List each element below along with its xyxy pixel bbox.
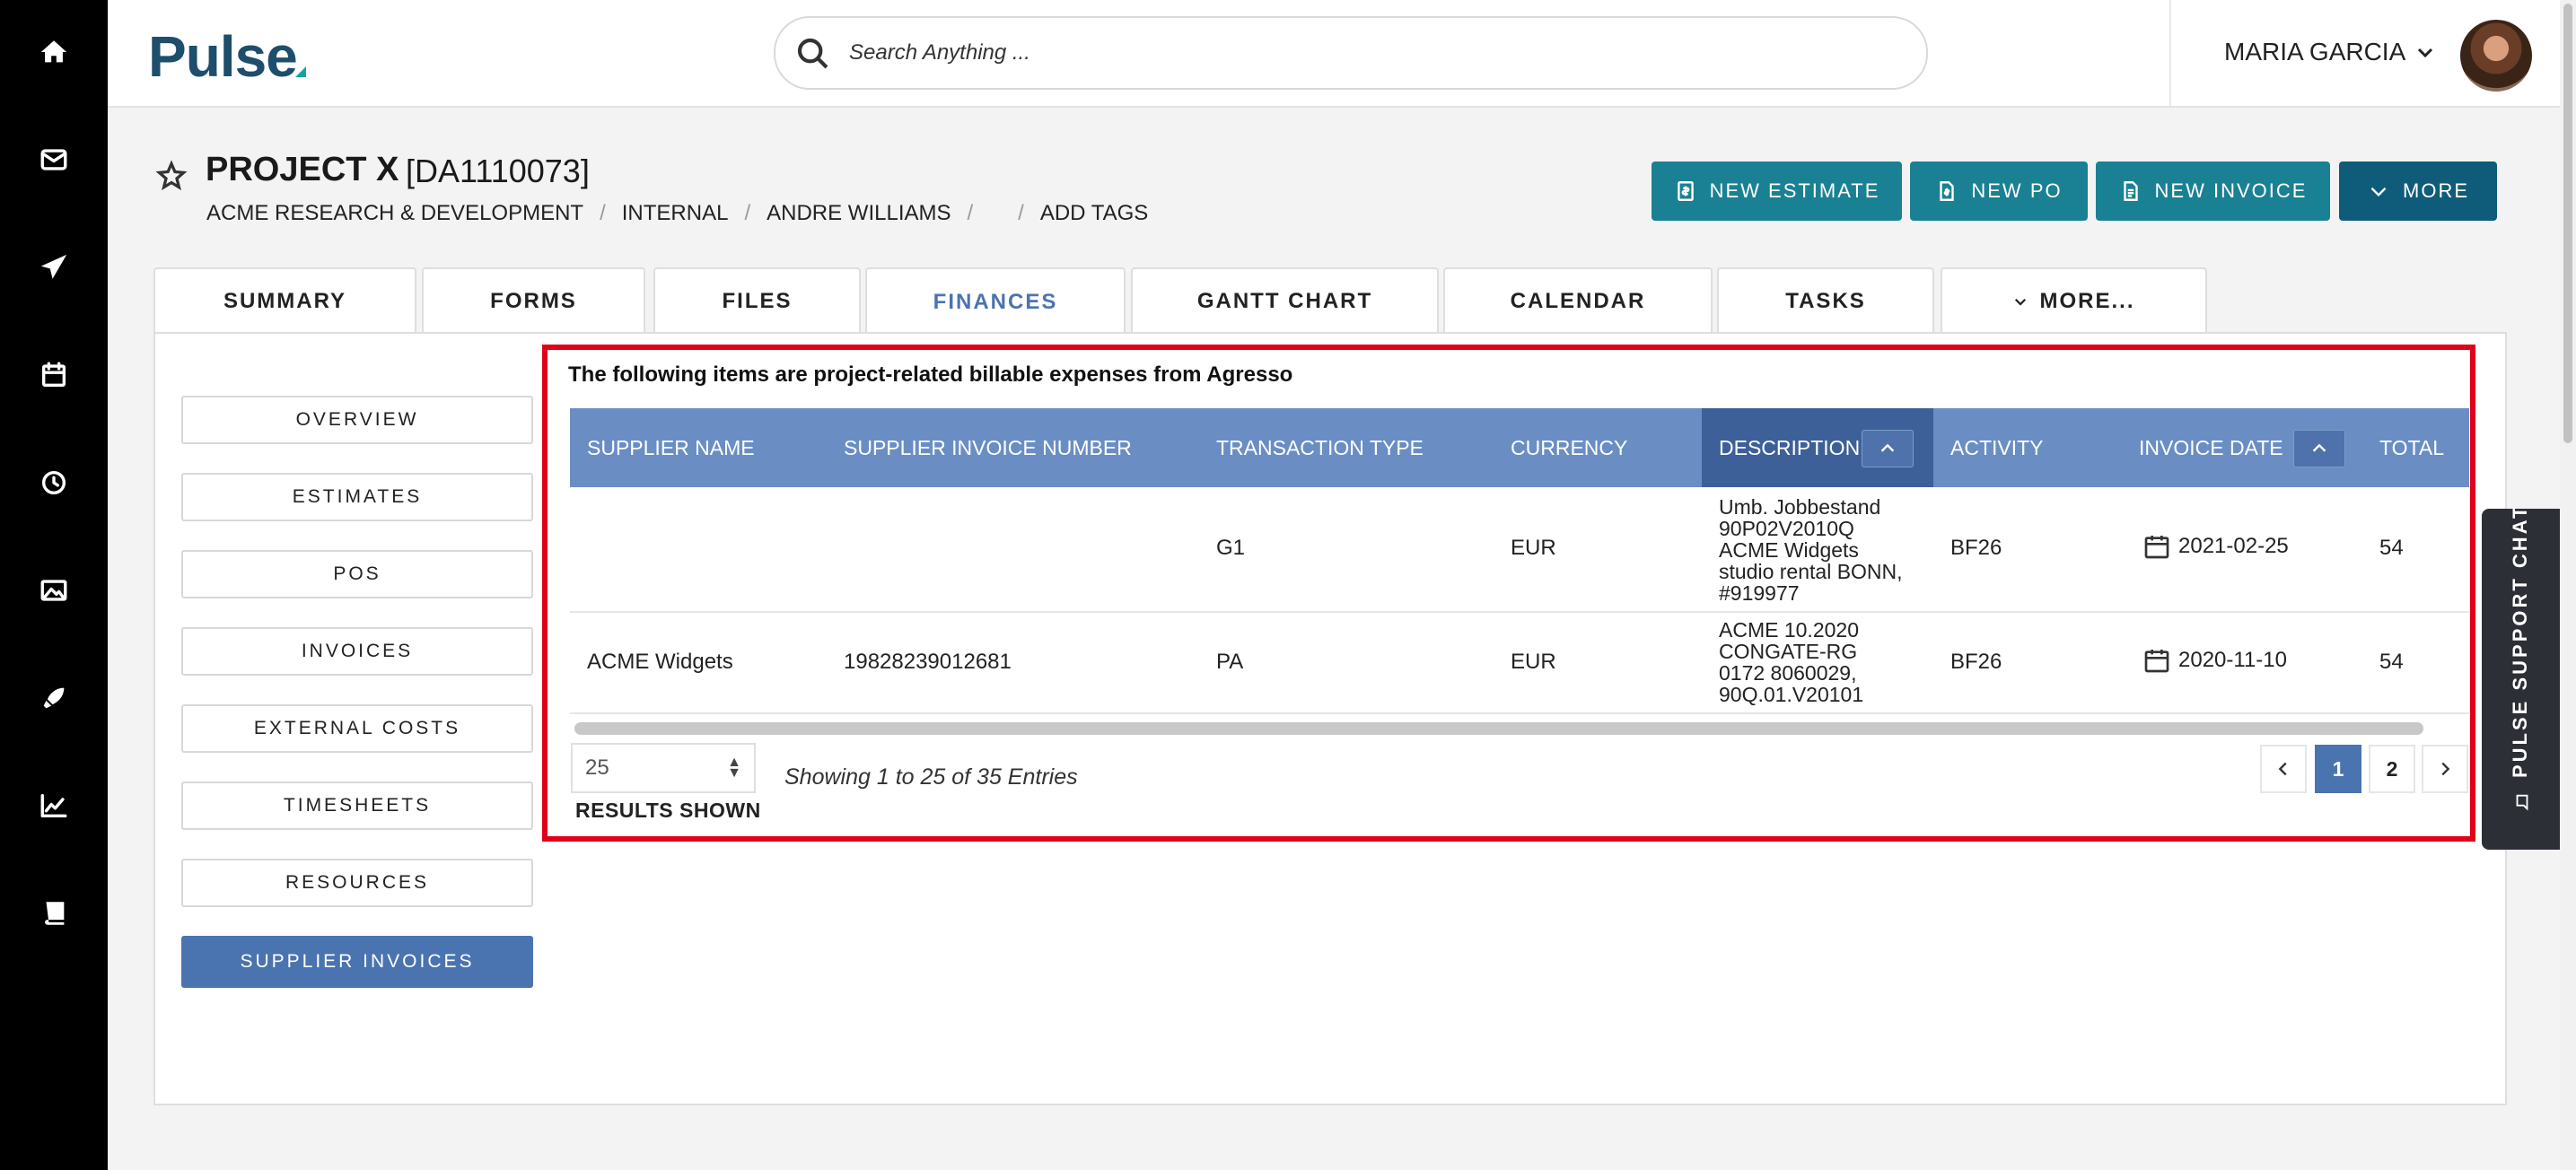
side-nav-supplier-invoices[interactable]: SUPPLIER INVOICES xyxy=(181,936,533,988)
tab-calendar[interactable]: CALENDAR xyxy=(1443,267,1713,334)
breadcrumb-separator: / xyxy=(744,201,751,225)
chevron-down-icon xyxy=(2015,298,2027,306)
chat-icon xyxy=(2516,794,2528,811)
new-estimate-button[interactable]: NEW ESTIMATE xyxy=(1652,162,1902,221)
new-invoice-label: NEW INVOICE xyxy=(2154,179,2308,202)
new-po-label: NEW PO xyxy=(1971,179,2063,202)
new-po-button[interactable]: NEW PO xyxy=(1910,162,2088,221)
tab-summary[interactable]: SUMMARY xyxy=(153,267,416,334)
add-tags-link[interactable]: ADD TAGS xyxy=(1040,201,1148,226)
side-nav-timesheets[interactable]: TIMESHEETS xyxy=(181,781,533,830)
side-nav-resources[interactable]: RESOURCES xyxy=(181,859,533,907)
home-icon[interactable] xyxy=(0,25,108,79)
send-icon[interactable] xyxy=(0,240,108,294)
side-nav-pos[interactable]: POS xyxy=(181,550,533,598)
new-invoice-button[interactable]: NEW INVOICE xyxy=(2096,162,2330,221)
image-icon[interactable] xyxy=(0,563,108,617)
scrollbar-thumb[interactable] xyxy=(2563,4,2572,443)
chevron-down-icon xyxy=(2370,187,2387,197)
po-icon xyxy=(1940,181,1955,201)
tab-more-label: MORE... xyxy=(2039,289,2135,313)
breadcrumb-separator: / xyxy=(600,201,606,225)
side-nav-external-costs[interactable]: EXTERNAL COSTS xyxy=(181,704,533,753)
tab-finances[interactable]: FINANCES xyxy=(865,267,1126,336)
logo-text: Pulse xyxy=(148,24,298,89)
chart-line-icon[interactable] xyxy=(0,779,108,833)
calendar-icon[interactable] xyxy=(0,348,108,402)
breadcrumb-type[interactable]: INTERNAL xyxy=(622,201,729,226)
breadcrumb: ACME RESEARCH & DEVELOPMENT / INTERNAL /… xyxy=(206,201,1148,226)
tab-more[interactable]: MORE... xyxy=(1941,267,2207,334)
breadcrumb-separator: / xyxy=(1018,201,1024,225)
user-menu[interactable]: MARIA GARCIA xyxy=(2224,38,2436,66)
left-nav-rail xyxy=(0,0,108,1170)
invoice-icon xyxy=(2123,181,2138,201)
breadcrumb-client[interactable]: ACME RESEARCH & DEVELOPMENT xyxy=(206,201,583,226)
search-input[interactable] xyxy=(847,34,1883,72)
more-actions-button[interactable]: MORE xyxy=(2339,162,2497,221)
favorite-star-icon[interactable] xyxy=(155,160,188,192)
estimate-icon xyxy=(1677,181,1694,201)
side-nav-overview[interactable]: OVERVIEW xyxy=(181,396,533,444)
avatar[interactable] xyxy=(2460,20,2532,92)
highlight-box xyxy=(542,345,2475,842)
breadcrumb-owner[interactable]: ANDRE WILLIAMS xyxy=(767,201,951,226)
user-name: MARIA GARCIA xyxy=(2224,38,2406,65)
mail-icon[interactable] xyxy=(0,133,108,187)
side-nav-estimates[interactable]: ESTIMATES xyxy=(181,473,533,521)
side-nav-invoices[interactable]: INVOICES xyxy=(181,627,533,676)
project-title: PROJECT X xyxy=(206,151,399,188)
rocket-icon[interactable] xyxy=(0,671,108,725)
project-code: [DA1110073] xyxy=(406,153,590,189)
tab-files[interactable]: FILES xyxy=(653,267,861,334)
tab-forms[interactable]: FORMS xyxy=(422,267,645,334)
top-bar: Pulse MARIA GARCIA xyxy=(108,0,2576,108)
breadcrumb-separator: / xyxy=(967,201,974,225)
more-actions-label: MORE xyxy=(2403,179,2469,202)
topbar-divider xyxy=(2169,0,2171,106)
new-estimate-label: NEW ESTIMATE xyxy=(1709,179,1880,202)
tab-tasks[interactable]: TASKS xyxy=(1717,267,1934,334)
support-chat-label: PULSE SUPPORT CHAT xyxy=(2509,503,2531,778)
book-icon[interactable] xyxy=(0,886,108,940)
search-icon xyxy=(797,38,828,69)
chevron-down-icon xyxy=(2418,48,2433,58)
tab-gantt-chart[interactable]: GANTT CHART xyxy=(1131,267,1439,334)
page-vertical-scrollbar[interactable] xyxy=(2560,0,2576,1170)
pulse-logo[interactable]: Pulse xyxy=(148,23,306,90)
support-chat-button[interactable]: PULSE SUPPORT CHAT xyxy=(2482,503,2561,850)
search-bar[interactable] xyxy=(774,16,1928,90)
clock-icon[interactable] xyxy=(0,456,108,510)
